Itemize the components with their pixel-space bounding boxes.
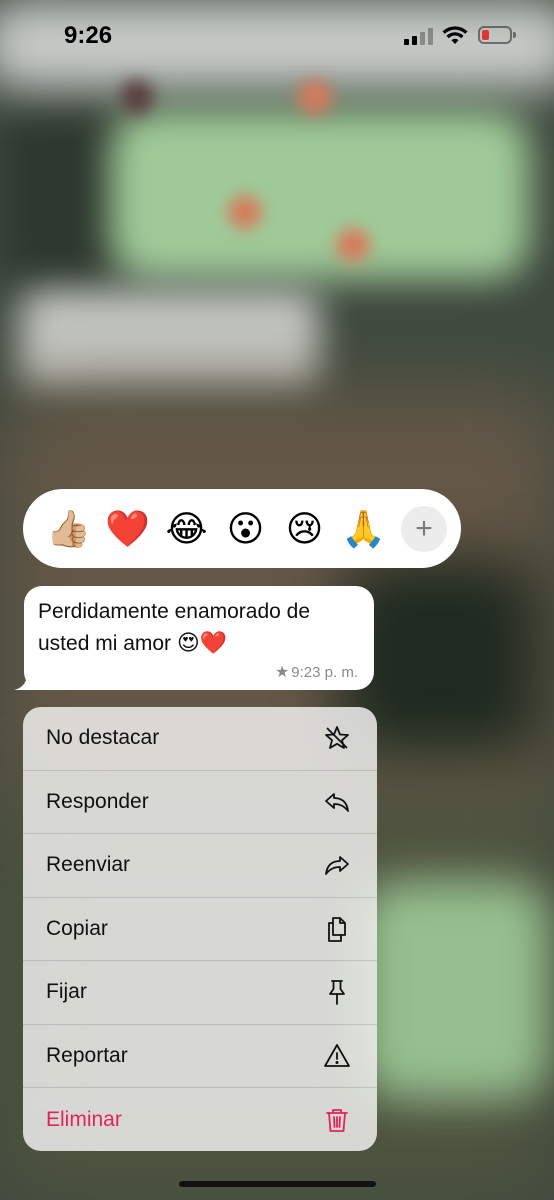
message-context-menu: No destacar Responder Reenviar Copiar Fi… xyxy=(23,707,377,1151)
menu-item-unstar[interactable]: No destacar xyxy=(23,707,377,771)
menu-item-label: Eliminar xyxy=(46,1107,122,1131)
reply-icon xyxy=(325,792,349,812)
menu-item-label: Fijar xyxy=(46,980,87,1004)
menu-item-label: Reportar xyxy=(46,1043,128,1067)
battery-icon xyxy=(478,26,516,44)
cellular-signal-icon xyxy=(404,28,433,45)
menu-item-forward[interactable]: Reenviar xyxy=(23,834,377,898)
wifi-icon xyxy=(442,26,468,44)
forward-icon xyxy=(325,856,349,876)
status-time: 9:26 xyxy=(64,22,113,49)
reaction-laughing[interactable]: 😂 xyxy=(157,499,216,558)
unstar-icon xyxy=(325,726,349,750)
message-body: Perdidamente enamorado de usted mi amor xyxy=(38,600,311,655)
reaction-bar: 👍🏼 ❤️ 😂 😮 😢 🙏 + xyxy=(23,489,461,568)
reaction-surprised[interactable]: 😮 xyxy=(216,499,275,558)
reaction-thumbs-up[interactable]: 👍🏼 xyxy=(39,499,98,558)
status-bar: 9:26 xyxy=(0,0,554,76)
star-icon: ★ xyxy=(274,664,290,681)
menu-item-reply[interactable]: Responder xyxy=(23,771,377,834)
menu-item-delete[interactable]: Eliminar xyxy=(23,1088,377,1151)
pin-icon xyxy=(329,980,345,1006)
message-meta: ★ 9:23 p. m. xyxy=(275,662,358,682)
reaction-crying[interactable]: 😢 xyxy=(275,499,334,558)
menu-item-label: Copiar xyxy=(46,916,108,940)
reaction-pray[interactable]: 🙏 xyxy=(334,499,393,558)
more-reactions-button[interactable]: + xyxy=(401,505,447,552)
menu-item-label: No destacar xyxy=(46,726,160,750)
message-time: 9:23 p. m. xyxy=(291,663,358,681)
menu-item-label: Reenviar xyxy=(46,853,131,877)
menu-item-pin[interactable]: Fijar xyxy=(23,961,377,1025)
message-bubble[interactable]: Perdidamente enamorado de usted mi amor … xyxy=(24,586,374,690)
message-text: Perdidamente enamorado de usted mi amor … xyxy=(38,596,358,659)
menu-item-label: Responder xyxy=(46,789,149,813)
trash-icon xyxy=(326,1108,348,1132)
message-emojis: 😍❤️ xyxy=(176,630,228,655)
copy-icon xyxy=(328,916,346,942)
warning-icon xyxy=(324,1043,350,1067)
home-indicator[interactable] xyxy=(179,1181,376,1187)
menu-item-copy[interactable]: Copiar xyxy=(23,898,377,961)
reaction-heart[interactable]: ❤️ xyxy=(98,499,157,558)
menu-item-report[interactable]: Reportar xyxy=(23,1025,377,1088)
